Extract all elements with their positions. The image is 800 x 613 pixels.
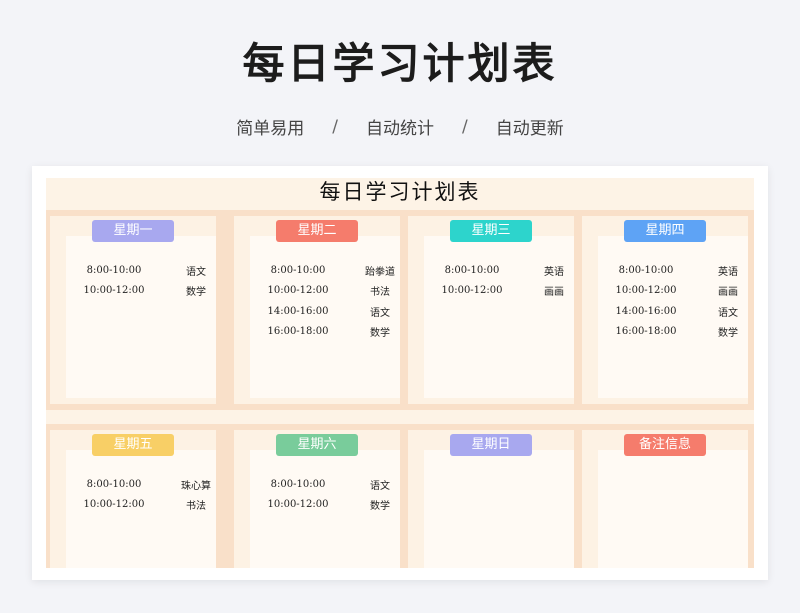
tag-separator: / [332, 116, 338, 137]
entry-time: 14:00-16:00 [615, 305, 677, 317]
entry-time: 10:00-12:00 [267, 285, 329, 297]
entry-time: 8:00-10:00 [444, 264, 500, 276]
tag-easy: 简单易用 [236, 119, 305, 139]
entry-time: 14:00-16:00 [267, 305, 329, 317]
entry-list: 8:00-10:00 英语 10:00-12:00 画画 14:00-16:00 语文 16… [582, 260, 748, 342]
schedule-entry: 8:00-10:00 语文 [234, 474, 400, 495]
day-label: 星期一 [92, 220, 174, 242]
entry-subject: 语文 [370, 480, 390, 492]
feature-tags: 简单易用 / 自动统计 / 自动更新 [0, 114, 800, 140]
day-label: 星期六 [276, 434, 358, 456]
day-label: 备注信息 [624, 434, 706, 456]
tag-separator: / [462, 116, 468, 137]
entry-subject: 珠心算 [181, 480, 211, 492]
schedule-entry: 8:00-10:00 珠心算 [50, 474, 216, 495]
day-label: 星期日 [450, 434, 532, 456]
day-card-sunday: 星期日 [408, 430, 574, 568]
entry-subject: 英语 [544, 266, 564, 278]
schedule-entry: 8:00-10:00 跆拳道 [234, 260, 400, 281]
tag-auto-update: 自动更新 [495, 119, 564, 139]
entry-subject: 书法 [186, 501, 206, 513]
entry-time: 8:00-10:00 [86, 264, 142, 276]
day-card-monday: 星期一 8:00-10:00 语文 10:00-12:00 数学 [50, 216, 216, 404]
entry-time: 8:00-10:00 [86, 478, 142, 490]
day-card-tuesday: 星期二 8:00-10:00 跆拳道 10:00-12:00 书法 14:00-16:00… [234, 216, 400, 404]
schedule-entry: 16:00-18:00 数学 [234, 322, 400, 343]
day-card-wednesday: 星期三 8:00-10:00 英语 10:00-12:00 画画 [408, 216, 574, 404]
entry-time: 8:00-10:00 [618, 264, 674, 276]
week-row-2: 星期五 8:00-10:00 珠心算 10:00-12:00 书法 星期六 8:00-10:… [46, 424, 754, 568]
schedule-entry: 10:00-12:00 画画 [408, 281, 574, 302]
entry-time: 8:00-10:00 [270, 478, 326, 490]
entry-subject: 语文 [186, 266, 206, 278]
schedule-entry: 14:00-16:00 语文 [234, 301, 400, 322]
day-label: 星期三 [450, 220, 532, 242]
schedule-entry: 14:00-16:00 语文 [582, 301, 748, 322]
day-card-notes: 备注信息 [582, 430, 748, 568]
entry-subject: 数学 [186, 287, 206, 299]
schedule-table: 每日学习计划表 星期一 8:00-10:00 语文 10:00-12:00 数学 星期二 8… [46, 178, 754, 568]
schedule-entry: 10:00-12:00 书法 [50, 495, 216, 516]
entry-time: 16:00-18:00 [615, 326, 677, 338]
entry-time: 10:00-12:00 [615, 285, 677, 297]
week-row-1: 星期一 8:00-10:00 语文 10:00-12:00 数学 星期二 8:00-10:0… [46, 210, 754, 410]
entry-list: 8:00-10:00 珠心算 10:00-12:00 书法 [50, 474, 216, 515]
schedule-entry: 10:00-12:00 书法 [234, 281, 400, 302]
entry-list: 8:00-10:00 英语 10:00-12:00 画画 [408, 260, 574, 301]
entry-list: 8:00-10:00 语文 10:00-12:00 数学 [234, 474, 400, 515]
entry-subject: 英语 [718, 266, 738, 278]
schedule-entry: 10:00-12:00 数学 [234, 495, 400, 516]
entry-subject: 数学 [718, 328, 738, 340]
entry-list: 8:00-10:00 语文 10:00-12:00 数学 [50, 260, 216, 301]
entry-time: 10:00-12:00 [83, 499, 145, 511]
entry-time: 8:00-10:00 [270, 264, 326, 276]
entry-subject: 语文 [718, 307, 738, 319]
entry-subject: 画画 [544, 287, 564, 299]
entry-subject: 数学 [370, 328, 390, 340]
entry-subject: 数学 [370, 501, 390, 513]
day-card-body [598, 450, 748, 568]
entry-time: 10:00-12:00 [441, 285, 503, 297]
entry-list: 8:00-10:00 跆拳道 10:00-12:00 书法 14:00-16:00 语文 1… [234, 260, 400, 342]
entry-subject: 语文 [370, 307, 390, 319]
schedule-entry: 8:00-10:00 英语 [582, 260, 748, 281]
entry-time: 10:00-12:00 [267, 499, 329, 511]
day-card-thursday: 星期四 8:00-10:00 英语 10:00-12:00 画画 14:00-16:00 语… [582, 216, 748, 404]
page-title: 每日学习计划表 [242, 39, 558, 88]
entry-subject: 书法 [370, 287, 390, 299]
day-label: 星期二 [276, 220, 358, 242]
day-card-saturday: 星期六 8:00-10:00 语文 10:00-12:00 数学 [234, 430, 400, 568]
schedule-entry: 10:00-12:00 数学 [50, 281, 216, 302]
day-card-friday: 星期五 8:00-10:00 珠心算 10:00-12:00 书法 [50, 430, 216, 568]
day-label: 星期五 [92, 434, 174, 456]
schedule-entry: 16:00-18:00 数学 [582, 322, 748, 343]
entry-subject: 画画 [718, 287, 738, 299]
schedule-entry: 8:00-10:00 语文 [50, 260, 216, 281]
entry-subject: 跆拳道 [365, 266, 395, 278]
schedule-entry: 10:00-12:00 画画 [582, 281, 748, 302]
day-card-body [424, 450, 574, 568]
schedule-sheet: 每日学习计划表 星期一 8:00-10:00 语文 10:00-12:00 数学 星期二 8… [32, 166, 768, 580]
tag-auto-stats: 自动统计 [366, 119, 434, 139]
entry-time: 16:00-18:00 [267, 326, 329, 338]
sheet-title: 每日学习计划表 [319, 180, 481, 204]
schedule-entry: 8:00-10:00 英语 [408, 260, 574, 281]
entry-time: 10:00-12:00 [83, 285, 145, 297]
day-label: 星期四 [624, 220, 706, 242]
